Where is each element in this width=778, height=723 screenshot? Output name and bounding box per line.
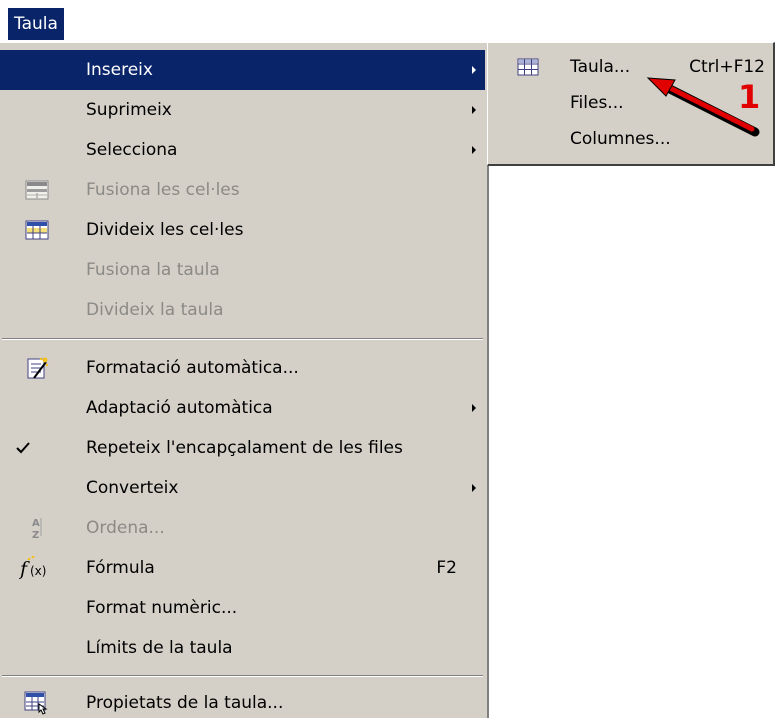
menu-item-merge-cells[interactable]: Fusiona les cel·les (0, 170, 485, 210)
menu-item-label: Fórmula (86, 558, 155, 578)
menu-item-label: Propietats de la taula... (86, 693, 284, 713)
menu-item-label: Límits de la taula (86, 638, 233, 658)
autoformat-icon (0, 348, 74, 388)
submenu-item-insert-columns[interactable]: Columnes... (488, 121, 773, 157)
menu-item-label: Fusiona la taula (86, 260, 220, 280)
menu-item-repeat-header-rows[interactable]: Repeteix l'encapçalament de les files (0, 428, 485, 468)
menu-item-label: Selecciona (86, 140, 178, 160)
svg-text:Z: Z (32, 530, 39, 540)
checkmark-icon (0, 428, 74, 468)
menu-separator (2, 338, 483, 340)
menu-item-label: Suprimeix (86, 100, 172, 120)
submenu-item-insert-rows[interactable]: Files... (488, 85, 773, 121)
menu-item-label: Adaptació automàtica (86, 398, 273, 418)
menu-item-table-properties[interactable]: Propietats de la taula... (0, 683, 485, 723)
menu-item-autofit[interactable]: Adaptació automàtica (0, 388, 485, 428)
submenu-item-shortcut: Ctrl+F12 (689, 57, 765, 77)
menu-item-label: Formatació automàtica... (86, 358, 299, 378)
menu-item-split-table[interactable]: Divideix la taula (0, 290, 485, 330)
submenu-arrow-icon (472, 66, 476, 74)
menu-item-label: Insereix (86, 60, 153, 80)
menu-item-sort[interactable]: A Z Ordena... (0, 508, 485, 548)
svg-text:A: A (32, 518, 40, 529)
menu-item-label: Divideix les cel·les (86, 220, 244, 240)
menubar-label: Taula (14, 14, 58, 34)
menu-item-table-borders[interactable]: Límits de la taula (0, 628, 485, 668)
menu-item-shortcut: F2 (436, 558, 457, 578)
submenu-arrow-icon (472, 146, 476, 154)
submenu-item-label: Taula... (570, 57, 631, 77)
menu-item-select[interactable]: Selecciona (0, 130, 485, 170)
submenu-arrow-icon (472, 106, 476, 114)
menubar-item-taula[interactable]: Taula (8, 8, 64, 40)
annotation-number: 1 (738, 78, 761, 116)
menu-item-number-format[interactable]: Format numèric... (0, 588, 485, 628)
table-properties-icon (0, 683, 74, 723)
menu-item-label: Converteix (86, 478, 179, 498)
menu-item-delete[interactable]: Suprimeix (0, 90, 485, 130)
svg-text:f: f (19, 558, 30, 580)
menu-item-split-cells[interactable]: Divideix les cel·les (0, 210, 485, 250)
svg-text:(x): (x) (30, 564, 46, 578)
menu-item-label: Format numèric... (86, 598, 238, 618)
table-menu: Insereix Suprimeix Selecciona Fusiona le… (0, 42, 489, 718)
menu-item-merge-table[interactable]: Fusiona la taula (0, 250, 485, 290)
menu-item-insert[interactable]: Insereix (0, 50, 485, 90)
formula-fx-icon: f (x) (0, 548, 74, 588)
submenu-item-label: Columnes... (570, 129, 671, 149)
insert-submenu: Taula... Ctrl+F12 Files... Columnes... (487, 42, 775, 166)
split-cells-icon (0, 210, 74, 250)
insert-table-icon (516, 55, 540, 79)
menu-item-label: Repeteix l'encapçalament de les files (86, 438, 403, 458)
submenu-arrow-icon (472, 484, 476, 492)
menu-item-label: Divideix la taula (86, 300, 224, 320)
menu-item-label: Ordena... (86, 518, 165, 538)
submenu-item-label: Files... (570, 93, 624, 113)
merge-cells-icon (0, 170, 74, 210)
submenu-arrow-icon (472, 404, 476, 412)
menu-item-label: Fusiona les cel·les (86, 180, 240, 200)
menu-item-formula[interactable]: f (x) Fórmula F2 (0, 548, 485, 588)
menu-item-convert[interactable]: Converteix (0, 468, 485, 508)
menu-separator (2, 675, 483, 677)
sort-az-icon: A Z (0, 508, 74, 548)
submenu-item-insert-table[interactable]: Taula... Ctrl+F12 (488, 49, 773, 85)
menu-item-autoformat[interactable]: Formatació automàtica... (0, 348, 485, 388)
